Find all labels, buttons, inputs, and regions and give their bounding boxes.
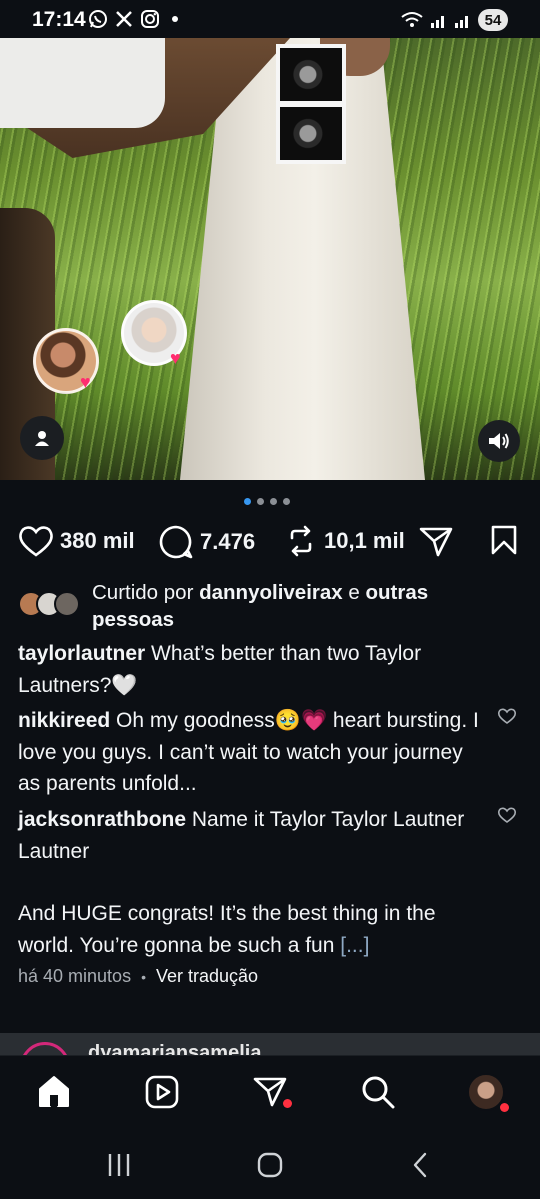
post-actions: 380 mil 7.476 10,1 mil	[18, 524, 528, 564]
back-icon	[413, 1152, 427, 1178]
more-notifications-dot	[172, 16, 178, 22]
carousel-dot	[257, 498, 264, 505]
liked-by-prefix: Curtido por	[92, 581, 200, 604]
meta-separator: •	[141, 968, 146, 985]
liked-by-text: Curtido por dannyoliveirax e outras pess…	[92, 579, 512, 633]
like-action[interactable]: 380 mil	[18, 524, 135, 558]
x-icon	[116, 11, 132, 27]
nav-reels[interactable]	[142, 1072, 182, 1112]
speaker-icon	[489, 433, 509, 449]
status-right: 54	[400, 9, 508, 31]
wifi-icon	[401, 12, 423, 27]
comment-icon	[159, 525, 193, 559]
nav-search[interactable]	[358, 1072, 398, 1112]
carousel-dot	[244, 498, 251, 505]
comment-text-2: And HUGE congrats! It’s the best thing i…	[18, 902, 436, 957]
like-count[interactable]: 380 mil	[60, 528, 135, 554]
signal-icon	[431, 16, 444, 28]
bookmark-icon	[491, 525, 517, 555]
comment-like-icon[interactable]	[497, 706, 517, 726]
save-action[interactable]	[490, 524, 518, 556]
photo-sleeve	[0, 38, 165, 128]
sound-toggle-button[interactable]	[478, 420, 520, 462]
liked-by-user[interactable]: dannyoliveirax	[199, 581, 343, 604]
nav-home[interactable]	[34, 1072, 74, 1112]
instagram-icon	[141, 10, 159, 28]
tagged-people-button[interactable]	[20, 416, 64, 460]
caption-username[interactable]: taylorlautner	[18, 642, 145, 665]
carousel-dot	[270, 498, 277, 505]
battery-indicator: 54	[478, 9, 508, 31]
comment-username[interactable]: jacksonrathbone	[18, 808, 186, 831]
sonogram-scan-1	[280, 48, 342, 101]
carousel-indicator	[244, 498, 290, 505]
system-navigation-bar	[0, 1131, 540, 1199]
search-icon	[362, 1076, 395, 1109]
heart-sticker-icon: ♥	[170, 348, 181, 368]
comment-preview[interactable]: nikkireed Oh my goodness🥹💗 heart burstin…	[18, 705, 488, 800]
profile-notification-dot	[500, 1103, 509, 1112]
comment-text-continued: And HUGE congrats! It’s the best thing i…	[18, 898, 488, 961]
sonogram-scan-2	[280, 107, 342, 160]
home-circle-icon	[257, 1152, 283, 1178]
status-time: 17:14	[32, 8, 86, 31]
reels-icon	[145, 1075, 179, 1109]
notification-icons	[88, 9, 178, 29]
direct-notification-dot	[283, 1099, 292, 1108]
share-action[interactable]	[418, 524, 454, 558]
home-system-button[interactable]	[253, 1149, 287, 1181]
back-button[interactable]	[404, 1149, 438, 1181]
heart-sticker-icon: ♥	[80, 372, 91, 392]
post-timestamp: há 40 minutos	[18, 966, 132, 986]
signal-icon-2	[455, 16, 468, 28]
bottom-navigation	[0, 1055, 540, 1131]
liked-by-avatars	[18, 591, 80, 617]
post-caption: taylorlautner What’s better than two Tay…	[18, 638, 488, 701]
send-icon	[419, 527, 453, 557]
comment-like-icon[interactable]	[497, 805, 517, 825]
repost-action[interactable]: 10,1 mil	[284, 524, 405, 558]
repost-count[interactable]: 10,1 mil	[324, 528, 405, 554]
nav-profile[interactable]	[466, 1072, 509, 1112]
avatar	[54, 591, 80, 617]
see-more-link[interactable]: [...]	[340, 934, 369, 957]
next-post-username[interactable]: dyamariansamelia	[88, 1042, 261, 1055]
comment-username[interactable]: nikkireed	[18, 709, 110, 732]
person-icon	[35, 431, 49, 446]
post-photo[interactable]: ♥ ♥	[0, 38, 540, 480]
translate-link[interactable]: Ver tradução	[156, 966, 258, 987]
whatsapp-icon	[89, 10, 107, 28]
heart-icon	[19, 526, 53, 557]
home-icon	[39, 1076, 69, 1107]
sonogram-photos	[276, 44, 346, 164]
repost-icon	[290, 525, 312, 557]
comment-preview[interactable]: jacksonrathbone Name it Taylor Taylor La…	[18, 804, 488, 961]
next-post-header[interactable]: dyamariansamelia	[0, 1033, 540, 1055]
carousel-dot	[283, 498, 290, 505]
status-bar: 17:14 54	[0, 0, 540, 38]
post-meta: há 40 minutos • Ver tradução	[18, 966, 258, 987]
nav-direct[interactable]	[250, 1072, 292, 1112]
next-post-avatar[interactable]	[20, 1042, 70, 1055]
recents-icon	[108, 1154, 130, 1176]
comment-action[interactable]: 7.476	[158, 524, 255, 560]
comment-count[interactable]: 7.476	[200, 529, 255, 555]
liked-by-connector: e	[342, 581, 366, 604]
recents-button[interactable]	[102, 1149, 136, 1181]
